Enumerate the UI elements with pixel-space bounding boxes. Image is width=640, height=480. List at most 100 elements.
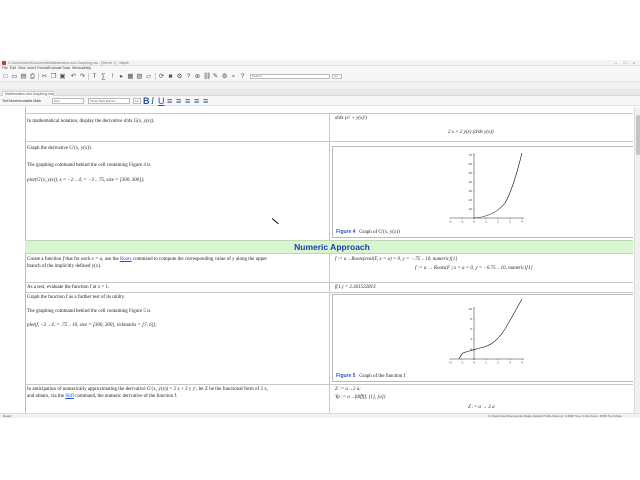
section-numeric-approach[interactable]: Numeric Approach bbox=[25, 240, 633, 254]
insert-icon[interactable]: ▸ bbox=[118, 73, 125, 80]
restart-icon[interactable]: ⟳ bbox=[158, 73, 165, 80]
evaluate-test-result: f(1.) = 2.361532813 bbox=[335, 285, 376, 290]
cut-icon[interactable]: ✂ bbox=[41, 73, 48, 80]
text-mode-button[interactable]: Text bbox=[2, 98, 8, 104]
align-left-button[interactable]: ≡ bbox=[167, 96, 172, 106]
y-tick-label: 20 bbox=[469, 198, 473, 202]
y-tick-label: 30 bbox=[469, 189, 473, 193]
link-icon[interactable]: ⛓ bbox=[203, 73, 211, 80]
anticipation-2a: and obtain, via the bbox=[27, 394, 64, 399]
underline-button[interactable]: U bbox=[158, 96, 165, 106]
x-tick-label: 4 bbox=[521, 361, 523, 365]
italic-button[interactable]: I bbox=[151, 96, 154, 106]
y-tick-label: 10 bbox=[469, 207, 473, 211]
zoom-icon[interactable]: ⊕ bbox=[194, 73, 201, 80]
bold-button[interactable]: B bbox=[143, 96, 150, 106]
vertical-scrollbar[interactable] bbox=[634, 107, 640, 413]
table-column-border bbox=[329, 113, 330, 141]
undo-icon[interactable]: ↶ bbox=[70, 73, 77, 80]
settings-icon[interactable]: ⚙ bbox=[221, 73, 228, 80]
comment-icon[interactable]: ✎ bbox=[212, 73, 219, 80]
text-icon[interactable]: T bbox=[91, 73, 98, 80]
status-ready: Ready bbox=[3, 414, 12, 418]
create-function-a: Create a function bbox=[27, 257, 62, 262]
copy-icon[interactable]: ❐ bbox=[50, 73, 57, 80]
derivative-intro-math: d/dx G(x, y(x)). bbox=[123, 119, 155, 124]
section-heading: Numeric Approach bbox=[294, 242, 370, 252]
figure-5-caption-text: Graph of the function f bbox=[359, 374, 406, 379]
figure-4-axes: −2 −1 0 1 2 3 4 10 20 30 40 50 60 70 bbox=[448, 152, 524, 224]
x-tick-label: 2 bbox=[497, 220, 499, 224]
align-right-button[interactable]: ≡ bbox=[185, 96, 190, 106]
stop-icon[interactable]: ■ bbox=[167, 73, 174, 80]
size-dropdown[interactable]: 12 bbox=[133, 98, 141, 104]
table-column-border bbox=[329, 141, 330, 240]
x-tick-label: 3 bbox=[509, 220, 511, 224]
main-toolbar: □ ▭ ▤ ⎙ ✂ ❐ ▣ ↶ ↷ T ∑ ! ▸ ▦ ▨ ▱ ⟳ ■ ⚙ ? … bbox=[0, 71, 640, 82]
toolbar-gap bbox=[0, 82, 640, 90]
print-icon[interactable]: ⎙ bbox=[29, 73, 36, 80]
create-function-text: Create a function f that for each x = a,… bbox=[27, 257, 268, 262]
bullet-list-button[interactable]: ≡ bbox=[203, 96, 208, 106]
create-function-b: that for each bbox=[65, 257, 91, 262]
help-topic-icon[interactable]: ? bbox=[239, 73, 246, 80]
figure-5-caption: Figure 5 Graph of the function f bbox=[336, 373, 405, 380]
paste-icon[interactable]: ▣ bbox=[59, 73, 66, 80]
x-tick-label: −1 bbox=[460, 220, 464, 224]
y-tick-label: 50 bbox=[469, 171, 473, 175]
x-tick-label: −1 bbox=[460, 361, 464, 365]
maple-app-icon bbox=[2, 61, 6, 65]
x-tick-label: −2 bbox=[448, 361, 452, 365]
execute-icon[interactable]: ! bbox=[109, 73, 116, 80]
graph-function-text: Graph the function f as a further test o… bbox=[27, 295, 126, 300]
create-function-d: command to compute the corresponding val… bbox=[132, 257, 268, 262]
derivative-result: 2 x + 2 y(x) (d/dx y(x)) bbox=[448, 130, 494, 135]
roots-link[interactable]: Roots bbox=[120, 257, 132, 262]
scrollbar-thumb[interactable] bbox=[636, 115, 640, 155]
redo-icon[interactable]: ↷ bbox=[79, 73, 86, 80]
toolbar-separator bbox=[38, 73, 39, 80]
plot-command-2: plot(f, −2 .. 4, = .75 .. 10, size = [30… bbox=[27, 323, 157, 328]
justify-button[interactable]: ≡ bbox=[194, 96, 199, 106]
x-tick-label: 3 bbox=[509, 361, 511, 365]
y-tick-label: 40 bbox=[469, 180, 473, 184]
text-derivative-intro: In mathematical notation, display the de… bbox=[27, 118, 154, 125]
save-icon[interactable]: ▤ bbox=[20, 73, 27, 80]
anticipation-text-2: and obtain, via the fdiff command, the n… bbox=[27, 393, 177, 400]
math-mode-button[interactable]: Nonexecutable Math bbox=[9, 98, 41, 104]
new-icon[interactable]: □ bbox=[2, 73, 9, 80]
find-icon[interactable]: ⌕ bbox=[230, 73, 237, 80]
toolbar-separator bbox=[88, 73, 89, 80]
graph-command-text-1: The graphing command behind the cell con… bbox=[27, 163, 151, 168]
y-tick-label: 6 bbox=[470, 327, 472, 331]
y-tick-label: 4 bbox=[470, 337, 472, 341]
debug-icon[interactable]: ⚙ bbox=[176, 73, 183, 80]
figure-5-label: Figure 5 bbox=[336, 373, 356, 379]
open-icon[interactable]: ▭ bbox=[11, 73, 18, 80]
figure-4-container: −2 −1 0 1 2 3 4 10 20 30 40 50 60 70 Figure 4 Graph o… bbox=[332, 146, 633, 238]
search-input[interactable]: Search bbox=[250, 74, 330, 79]
x-tick-label: 2 bbox=[497, 361, 499, 365]
plot-icon[interactable]: ▱ bbox=[145, 73, 152, 80]
image-icon[interactable]: ▨ bbox=[136, 73, 143, 80]
x-tick-label: −2 bbox=[448, 220, 452, 224]
align-center-button[interactable]: ≡ bbox=[176, 96, 181, 106]
status-bar: Ready C:\Users\User\Documents Maple Defa… bbox=[0, 413, 640, 418]
y-tick-label: 10 bbox=[469, 307, 473, 311]
x-tick-label: 0 bbox=[473, 361, 475, 365]
font-dropdown[interactable]: Times New Roman bbox=[88, 98, 130, 104]
create-function-c: , use the bbox=[102, 257, 119, 262]
function-definition-input: f := a→Roots(eval(F, x = a) = 0, y = −.7… bbox=[335, 257, 458, 262]
fdiff-link[interactable]: fdiff bbox=[65, 394, 74, 399]
x-tick-label: 4 bbox=[521, 220, 523, 224]
figure-4-label: Figure 4 bbox=[336, 229, 356, 235]
style-dropdown[interactable]: Text bbox=[52, 98, 84, 104]
plot-command-1: plot(G′(x, y(x)), x = −2 .. 4, = −3 .. 7… bbox=[27, 178, 145, 183]
help-icon[interactable]: ? bbox=[185, 73, 192, 80]
status-info: C:\Users\User\Documents Maple Default Pr… bbox=[488, 414, 622, 418]
yp-definition: Yp := a→fdiff(f, [1], [a]) bbox=[335, 395, 386, 400]
graph-command-text-2: The graphing command behind the cell con… bbox=[27, 309, 151, 314]
math-icon[interactable]: ∑ bbox=[100, 73, 107, 80]
table-icon[interactable]: ▦ bbox=[127, 73, 134, 80]
search-go-button[interactable]: Go bbox=[332, 74, 342, 79]
